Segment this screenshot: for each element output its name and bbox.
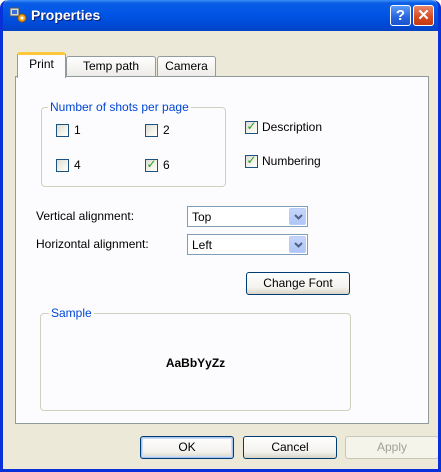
shots-2-checkbox[interactable] bbox=[145, 124, 158, 137]
checkmark-icon: ✓ bbox=[146, 157, 157, 171]
vertical-alignment-value: Top bbox=[192, 210, 212, 224]
horizontal-alignment-value: Left bbox=[192, 238, 213, 252]
shots-6-checkbox[interactable]: ✓ bbox=[145, 157, 158, 172]
description-checkbox[interactable]: ✓ bbox=[245, 119, 258, 134]
shots-4-checkbox[interactable] bbox=[56, 159, 69, 172]
numbering-checkbox[interactable]: ✓ bbox=[245, 153, 258, 168]
change-font-button[interactable]: Change Font bbox=[246, 272, 350, 295]
help-button[interactable]: ? bbox=[390, 5, 411, 26]
tab-print[interactable]: Print bbox=[17, 52, 66, 78]
window-title: Properties bbox=[31, 7, 101, 23]
horizontal-alignment-label: Horizontal alignment: bbox=[36, 237, 149, 251]
properties-dialog: Properties ? ✕ Print Temp path Camera Nu… bbox=[0, 0, 441, 472]
tab-camera[interactable]: Camera bbox=[157, 56, 216, 77]
tab-temp-path[interactable]: Temp path bbox=[66, 56, 156, 77]
ok-button[interactable]: OK bbox=[140, 436, 234, 459]
checkmark-icon: ✓ bbox=[246, 153, 257, 167]
properties-app-icon bbox=[9, 7, 27, 23]
shots-1-label: 1 bbox=[74, 123, 81, 137]
vertical-alignment-label: Vertical alignment: bbox=[36, 209, 135, 223]
horizontal-alignment-select[interactable]: Left bbox=[187, 234, 308, 255]
shots-1-checkbox[interactable] bbox=[56, 124, 69, 137]
description-label: Description bbox=[262, 120, 323, 134]
sample-preview-text: AaBbYyZz bbox=[165, 356, 226, 370]
shots-6-label: 6 bbox=[163, 158, 170, 172]
vertical-alignment-select[interactable]: Top bbox=[187, 206, 308, 227]
shots-group-legend: Number of shots per page bbox=[48, 100, 191, 114]
sample-group: Sample AaBbYyZz bbox=[40, 306, 351, 411]
shots-4-label: 4 bbox=[74, 158, 81, 172]
close-button[interactable]: ✕ bbox=[413, 5, 434, 26]
chevron-down-icon bbox=[294, 214, 303, 220]
close-icon: ✕ bbox=[417, 7, 430, 24]
checkmark-icon: ✓ bbox=[246, 119, 257, 133]
apply-button[interactable]: Apply bbox=[345, 436, 438, 459]
numbering-label: Numbering bbox=[262, 154, 321, 168]
sample-legend: Sample bbox=[49, 306, 94, 320]
chevron-down-icon bbox=[294, 242, 303, 248]
title-bar[interactable]: Properties ? ✕ bbox=[3, 0, 438, 31]
help-icon: ? bbox=[395, 7, 406, 24]
horizontal-dropdown-button[interactable] bbox=[289, 236, 306, 253]
shots-2-label: 2 bbox=[163, 123, 170, 137]
cancel-button[interactable]: Cancel bbox=[243, 436, 337, 459]
shots-per-page-group: Number of shots per page bbox=[41, 100, 226, 187]
vertical-dropdown-button[interactable] bbox=[289, 208, 306, 225]
